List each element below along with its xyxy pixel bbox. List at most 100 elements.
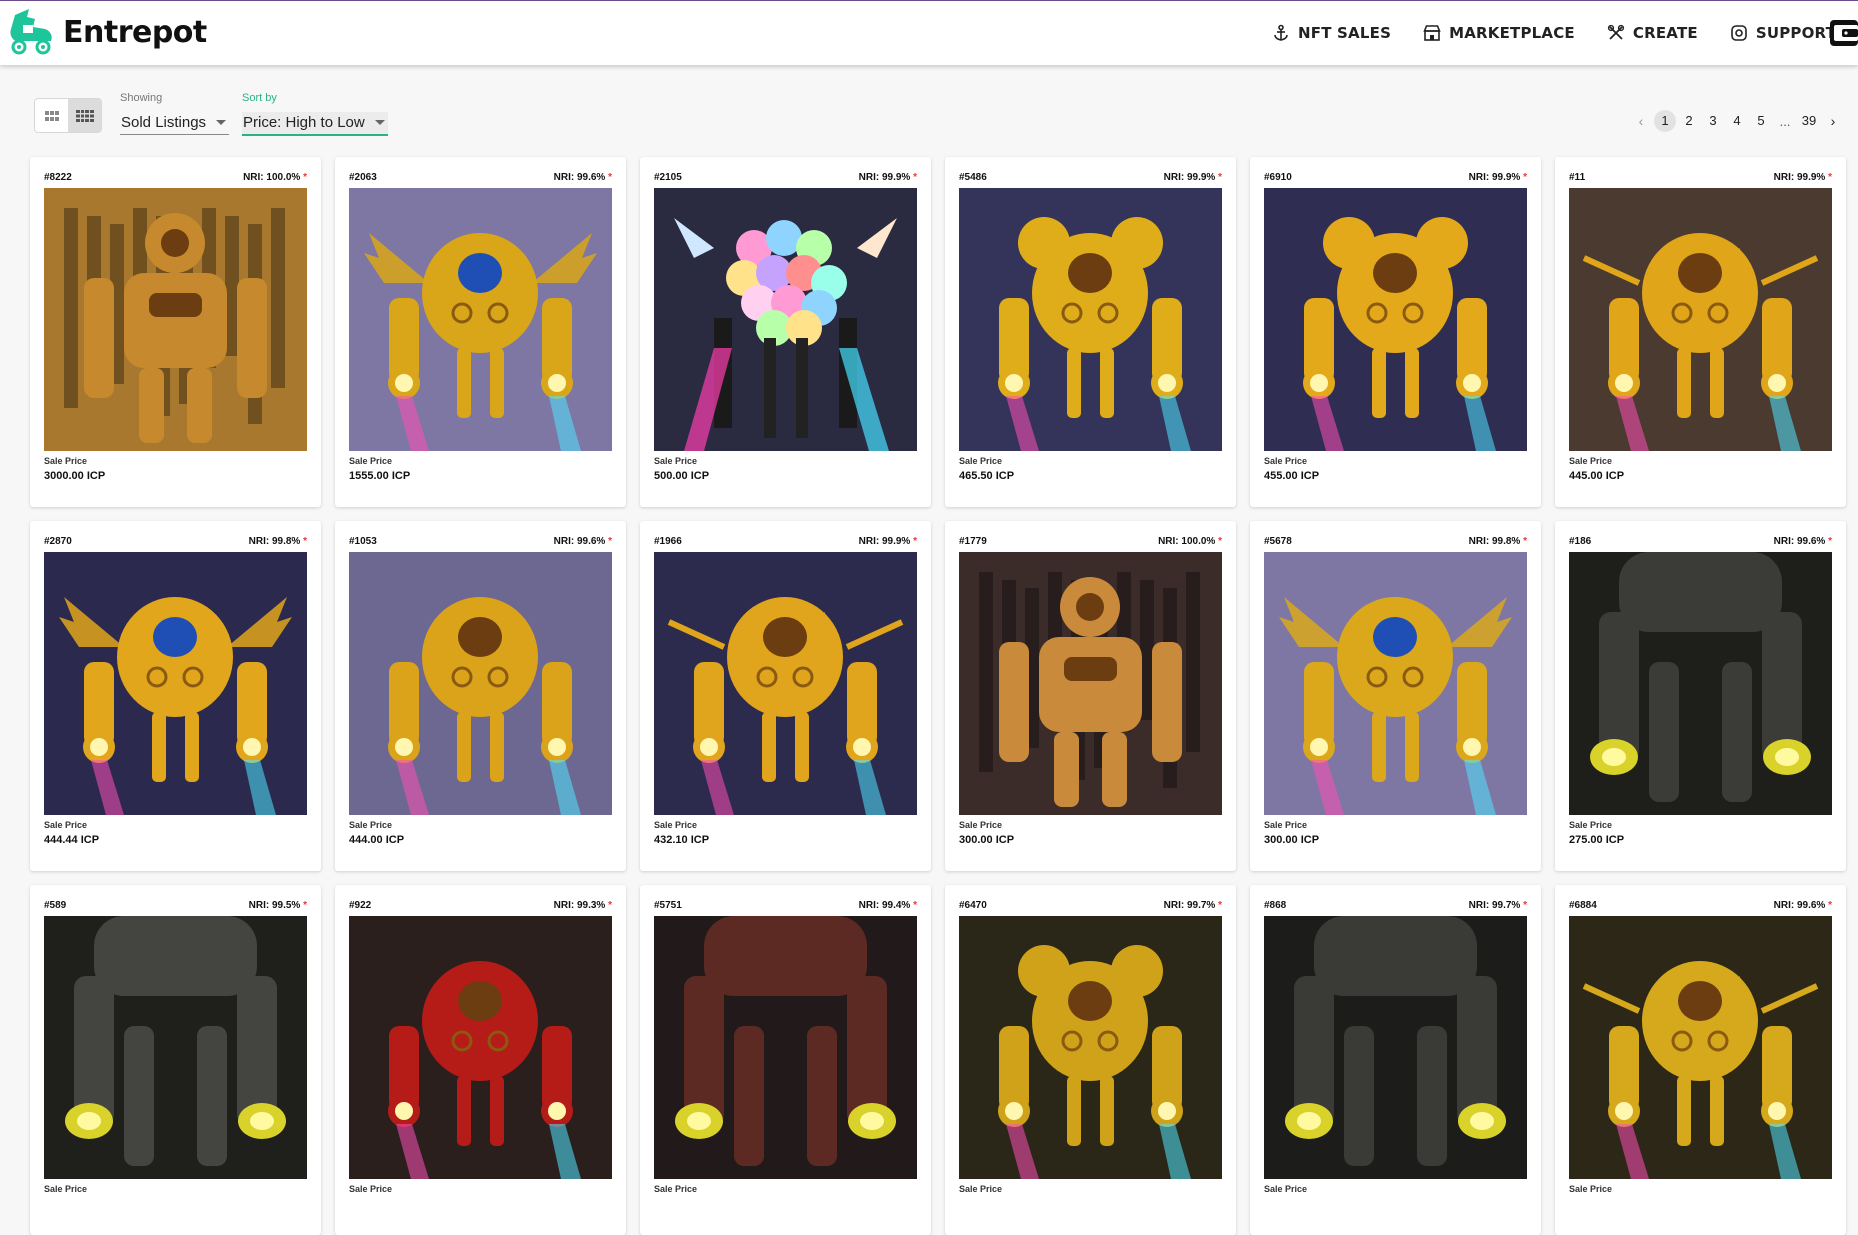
nri-score: NRI: 99.9% * (859, 172, 917, 184)
dropdown-arrow-icon (374, 120, 385, 125)
pagination: ‹ 1 2 3 4 5 ... 39 › (1628, 110, 1844, 132)
large-grid-button[interactable] (35, 99, 68, 132)
main-nav: NFT SALES MARKETPLACE CREATE SUPPORT (1240, 1, 1836, 65)
card-header: #5678 NRI: 99.8% * (1264, 536, 1527, 548)
prev-page-button[interactable]: ‹ (1630, 110, 1652, 132)
nri-score: NRI: 99.9% * (859, 536, 917, 548)
nav-nft-sales[interactable]: NFT SALES (1272, 24, 1391, 42)
nft-card[interactable]: #2063 NRI: 99.6% * Sale Price 1555.00 IC… (335, 157, 626, 507)
nft-image[interactable] (349, 916, 612, 1179)
nft-image[interactable] (44, 552, 307, 815)
card-header: #1966 NRI: 99.9% * (654, 536, 917, 548)
nri-score: NRI: 99.6% * (1774, 900, 1832, 912)
store-icon (1423, 25, 1441, 41)
small-grid-button[interactable] (68, 99, 101, 132)
nft-image[interactable] (654, 916, 917, 1179)
card-header: #11 NRI: 99.9% * (1569, 172, 1832, 184)
nav-create[interactable]: CREATE (1607, 24, 1698, 42)
nri-value: NRI: 99.9% (1163, 172, 1216, 183)
page-39-button[interactable]: 39 (1798, 110, 1820, 132)
nri-score: NRI: 99.9% * (1774, 172, 1832, 184)
page-4-button[interactable]: 4 (1726, 110, 1748, 132)
rarity-star-icon: * (1218, 900, 1222, 911)
nft-id: #5678 (1264, 536, 1292, 547)
nft-card[interactable]: #8222 NRI: 100.0% * Sale Price 3000.00 I… (30, 157, 321, 507)
card-header: #589 NRI: 99.5% * (44, 900, 307, 912)
nft-card[interactable]: #1053 NRI: 99.6% * Sale Price 444.00 ICP (335, 521, 626, 871)
nft-image[interactable] (1264, 188, 1527, 451)
showing-select[interactable]: Sold Listings (120, 112, 230, 135)
sale-price-label: Sale Price (1569, 820, 1613, 830)
lifebuoy-icon (1731, 25, 1747, 41)
nav-support[interactable]: SUPPORT (1730, 24, 1836, 42)
nft-card[interactable]: #186 NRI: 99.6% * Sale Price 275.00 ICP (1555, 521, 1846, 871)
nav-marketplace[interactable]: MARKETPLACE (1423, 24, 1575, 42)
card-header: #1053 NRI: 99.6% * (349, 536, 612, 548)
nri-score: NRI: 100.0% * (1158, 536, 1222, 548)
card-header: #8222 NRI: 100.0% * (44, 172, 307, 184)
nft-id: #2105 (654, 172, 682, 183)
nft-card[interactable]: #6884 NRI: 99.6% * Sale Price (1555, 885, 1846, 1235)
next-page-button[interactable]: › (1822, 110, 1844, 132)
nft-card[interactable]: #5678 NRI: 99.8% * Sale Price 300.00 ICP (1250, 521, 1541, 871)
page-5-button[interactable]: 5 (1750, 110, 1772, 132)
nft-card[interactable]: #2870 NRI: 99.8% * Sale Price 444.44 ICP (30, 521, 321, 871)
nft-image[interactable] (654, 188, 917, 451)
nft-id: #5751 (654, 900, 682, 911)
brand-logo[interactable]: Entrepot (5, 5, 207, 57)
nft-card[interactable]: #6910 NRI: 99.9% * Sale Price 455.00 ICP (1250, 157, 1541, 507)
nft-card[interactable]: #868 NRI: 99.7% * Sale Price (1250, 885, 1541, 1235)
nft-id: #6910 (1264, 172, 1292, 183)
nft-image[interactable] (1569, 188, 1832, 451)
nft-image[interactable] (349, 552, 612, 815)
nft-image[interactable] (1264, 916, 1527, 1179)
nri-value: NRI: 99.7% (1163, 900, 1216, 911)
nri-score: NRI: 99.9% * (1164, 172, 1222, 184)
sale-price-label: Sale Price (1569, 1184, 1613, 1194)
wallet-button[interactable] (1822, 17, 1858, 49)
nft-id: #1053 (349, 536, 377, 547)
nft-card[interactable]: #922 NRI: 99.3% * Sale Price (335, 885, 626, 1235)
nft-card[interactable]: #2105 NRI: 99.9% * Sale Price 500.00 ICP (640, 157, 931, 507)
nft-id: #6470 (959, 900, 987, 911)
page-1-button[interactable]: 1 (1654, 110, 1676, 132)
nft-image[interactable] (1569, 552, 1832, 815)
sale-price-value: 445.00 ICP (1569, 470, 1625, 482)
nft-card[interactable]: #589 NRI: 99.5% * Sale Price (30, 885, 321, 1235)
rarity-star-icon: * (1828, 172, 1832, 183)
nft-image[interactable] (1264, 552, 1527, 815)
page-2-button[interactable]: 2 (1678, 110, 1700, 132)
nft-card[interactable]: #5486 NRI: 99.9% * Sale Price 465.50 ICP (945, 157, 1236, 507)
nri-score: NRI: 99.5% * (249, 900, 307, 912)
sale-price-label: Sale Price (1264, 820, 1308, 830)
nri-value: NRI: 99.6% (553, 536, 606, 547)
nft-image[interactable] (654, 552, 917, 815)
nft-card[interactable]: #1779 NRI: 100.0% * Sale Price 300.00 IC… (945, 521, 1236, 871)
sort-select[interactable]: Price: High to Low (242, 112, 388, 136)
nft-card[interactable]: #1966 NRI: 99.9% * Sale Price 432.10 ICP (640, 521, 931, 871)
dropdown-arrow-icon (216, 120, 227, 125)
page-ellipsis: ... (1779, 113, 1791, 129)
nft-card[interactable]: #5751 NRI: 99.4% * Sale Price (640, 885, 931, 1235)
nri-value: NRI: 99.9% (858, 536, 911, 547)
nft-image[interactable] (44, 188, 307, 451)
sale-price-value: 300.00 ICP (1264, 834, 1320, 846)
nft-image[interactable] (1569, 916, 1832, 1179)
nft-card[interactable]: #6470 NRI: 99.7% * Sale Price (945, 885, 1236, 1235)
nft-image[interactable] (959, 552, 1222, 815)
nri-value: NRI: 99.8% (1468, 536, 1521, 547)
sale-price-value: 444.44 ICP (44, 834, 100, 846)
sale-price-label: Sale Price (349, 1184, 393, 1194)
showing-filter: Showing Sold Listings (120, 92, 230, 135)
nri-score: NRI: 99.6% * (554, 172, 612, 184)
large-grid-icon (44, 110, 59, 121)
card-header: #5751 NRI: 99.4% * (654, 900, 917, 912)
nft-image[interactable] (349, 188, 612, 451)
page-3-button[interactable]: 3 (1702, 110, 1724, 132)
nft-image[interactable] (959, 188, 1222, 451)
nft-image[interactable] (959, 916, 1222, 1179)
nft-id: #922 (349, 900, 372, 911)
showing-label: Showing (120, 92, 163, 104)
nft-card[interactable]: #11 NRI: 99.9% * Sale Price 445.00 ICP (1555, 157, 1846, 507)
nft-image[interactable] (44, 916, 307, 1179)
